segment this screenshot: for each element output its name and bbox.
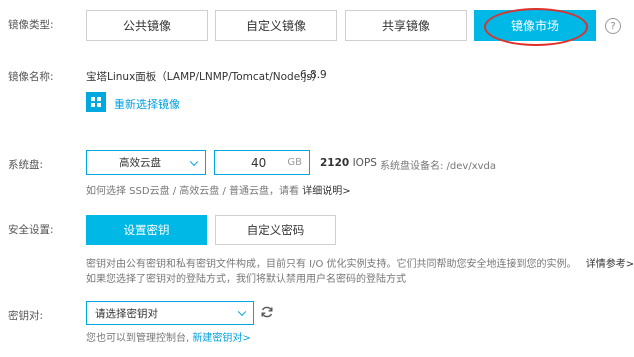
help-icon[interactable]: ? — [605, 18, 621, 34]
security-note: 如果您选择了密钥对的登陆方式，我们将默认禁用用户名密码的登陆方式 — [86, 274, 406, 285]
image-name-value: 宝塔Linux面板（LAMP/LNMP/Tomcat/Node.js） — [86, 71, 323, 83]
keypair-label: 密钥对: — [8, 310, 44, 322]
chevron-down-icon — [237, 307, 247, 317]
security-label: 安全设置: — [8, 224, 54, 236]
new-keypair-link[interactable]: 新建密钥对> — [192, 333, 250, 344]
disk-detail-link[interactable]: 详细说明> — [302, 186, 350, 197]
image-name-label: 镜像名称: — [8, 71, 54, 83]
custom-password-button[interactable]: 自定义密码 — [215, 215, 336, 245]
keypair-hint-text: 您也可以到管理控制台, — [86, 333, 190, 344]
tab-shared-image[interactable]: 共享镜像 — [345, 10, 467, 41]
reselect-image-link[interactable]: 重新选择镜像 — [114, 96, 180, 112]
tab-custom-image[interactable]: 自定义镜像 — [215, 10, 337, 41]
tab-public-image[interactable]: 公共镜像 — [86, 10, 208, 41]
refresh-icon[interactable] — [260, 305, 274, 319]
chevron-down-icon — [189, 157, 199, 166]
image-type-label: 镜像类型: — [8, 19, 54, 31]
disk-size-value: 40 — [251, 156, 267, 170]
disk-type-value: 高效云盘 — [119, 157, 161, 169]
disk-size-input[interactable]: 40 GB — [214, 150, 310, 175]
image-version: 6.8.9 — [300, 69, 327, 81]
disk-type-select[interactable]: 高效云盘 — [86, 150, 206, 175]
set-keypair-button[interactable]: 设置密钥 — [86, 215, 207, 245]
disk-device-label: 系统盘设备名: /dev/xvda — [380, 161, 497, 172]
details-reference-link[interactable]: 详情参考> — [586, 259, 634, 270]
grid-icon[interactable] — [86, 92, 106, 112]
keypair-select[interactable]: 请选择密钥对 — [86, 301, 254, 325]
iops-unit: IOPS — [352, 157, 377, 169]
iops-value: 2120 — [320, 157, 350, 169]
security-description: 密钥对由公有密钥和私有密钥文件构成，目前只有 I/O 优化实例支持。它们共同帮助… — [86, 259, 577, 270]
disk-hint-text: 如何选择 SSD云盘 / 高效云盘 / 普通云盘，请看 — [86, 186, 300, 197]
disk-size-unit: GB — [287, 157, 302, 168]
tab-image-market[interactable]: 镜像市场 — [474, 10, 596, 41]
keypair-select-value: 请选择密钥对 — [95, 307, 158, 320]
system-disk-label: 系统盘: — [8, 159, 44, 171]
